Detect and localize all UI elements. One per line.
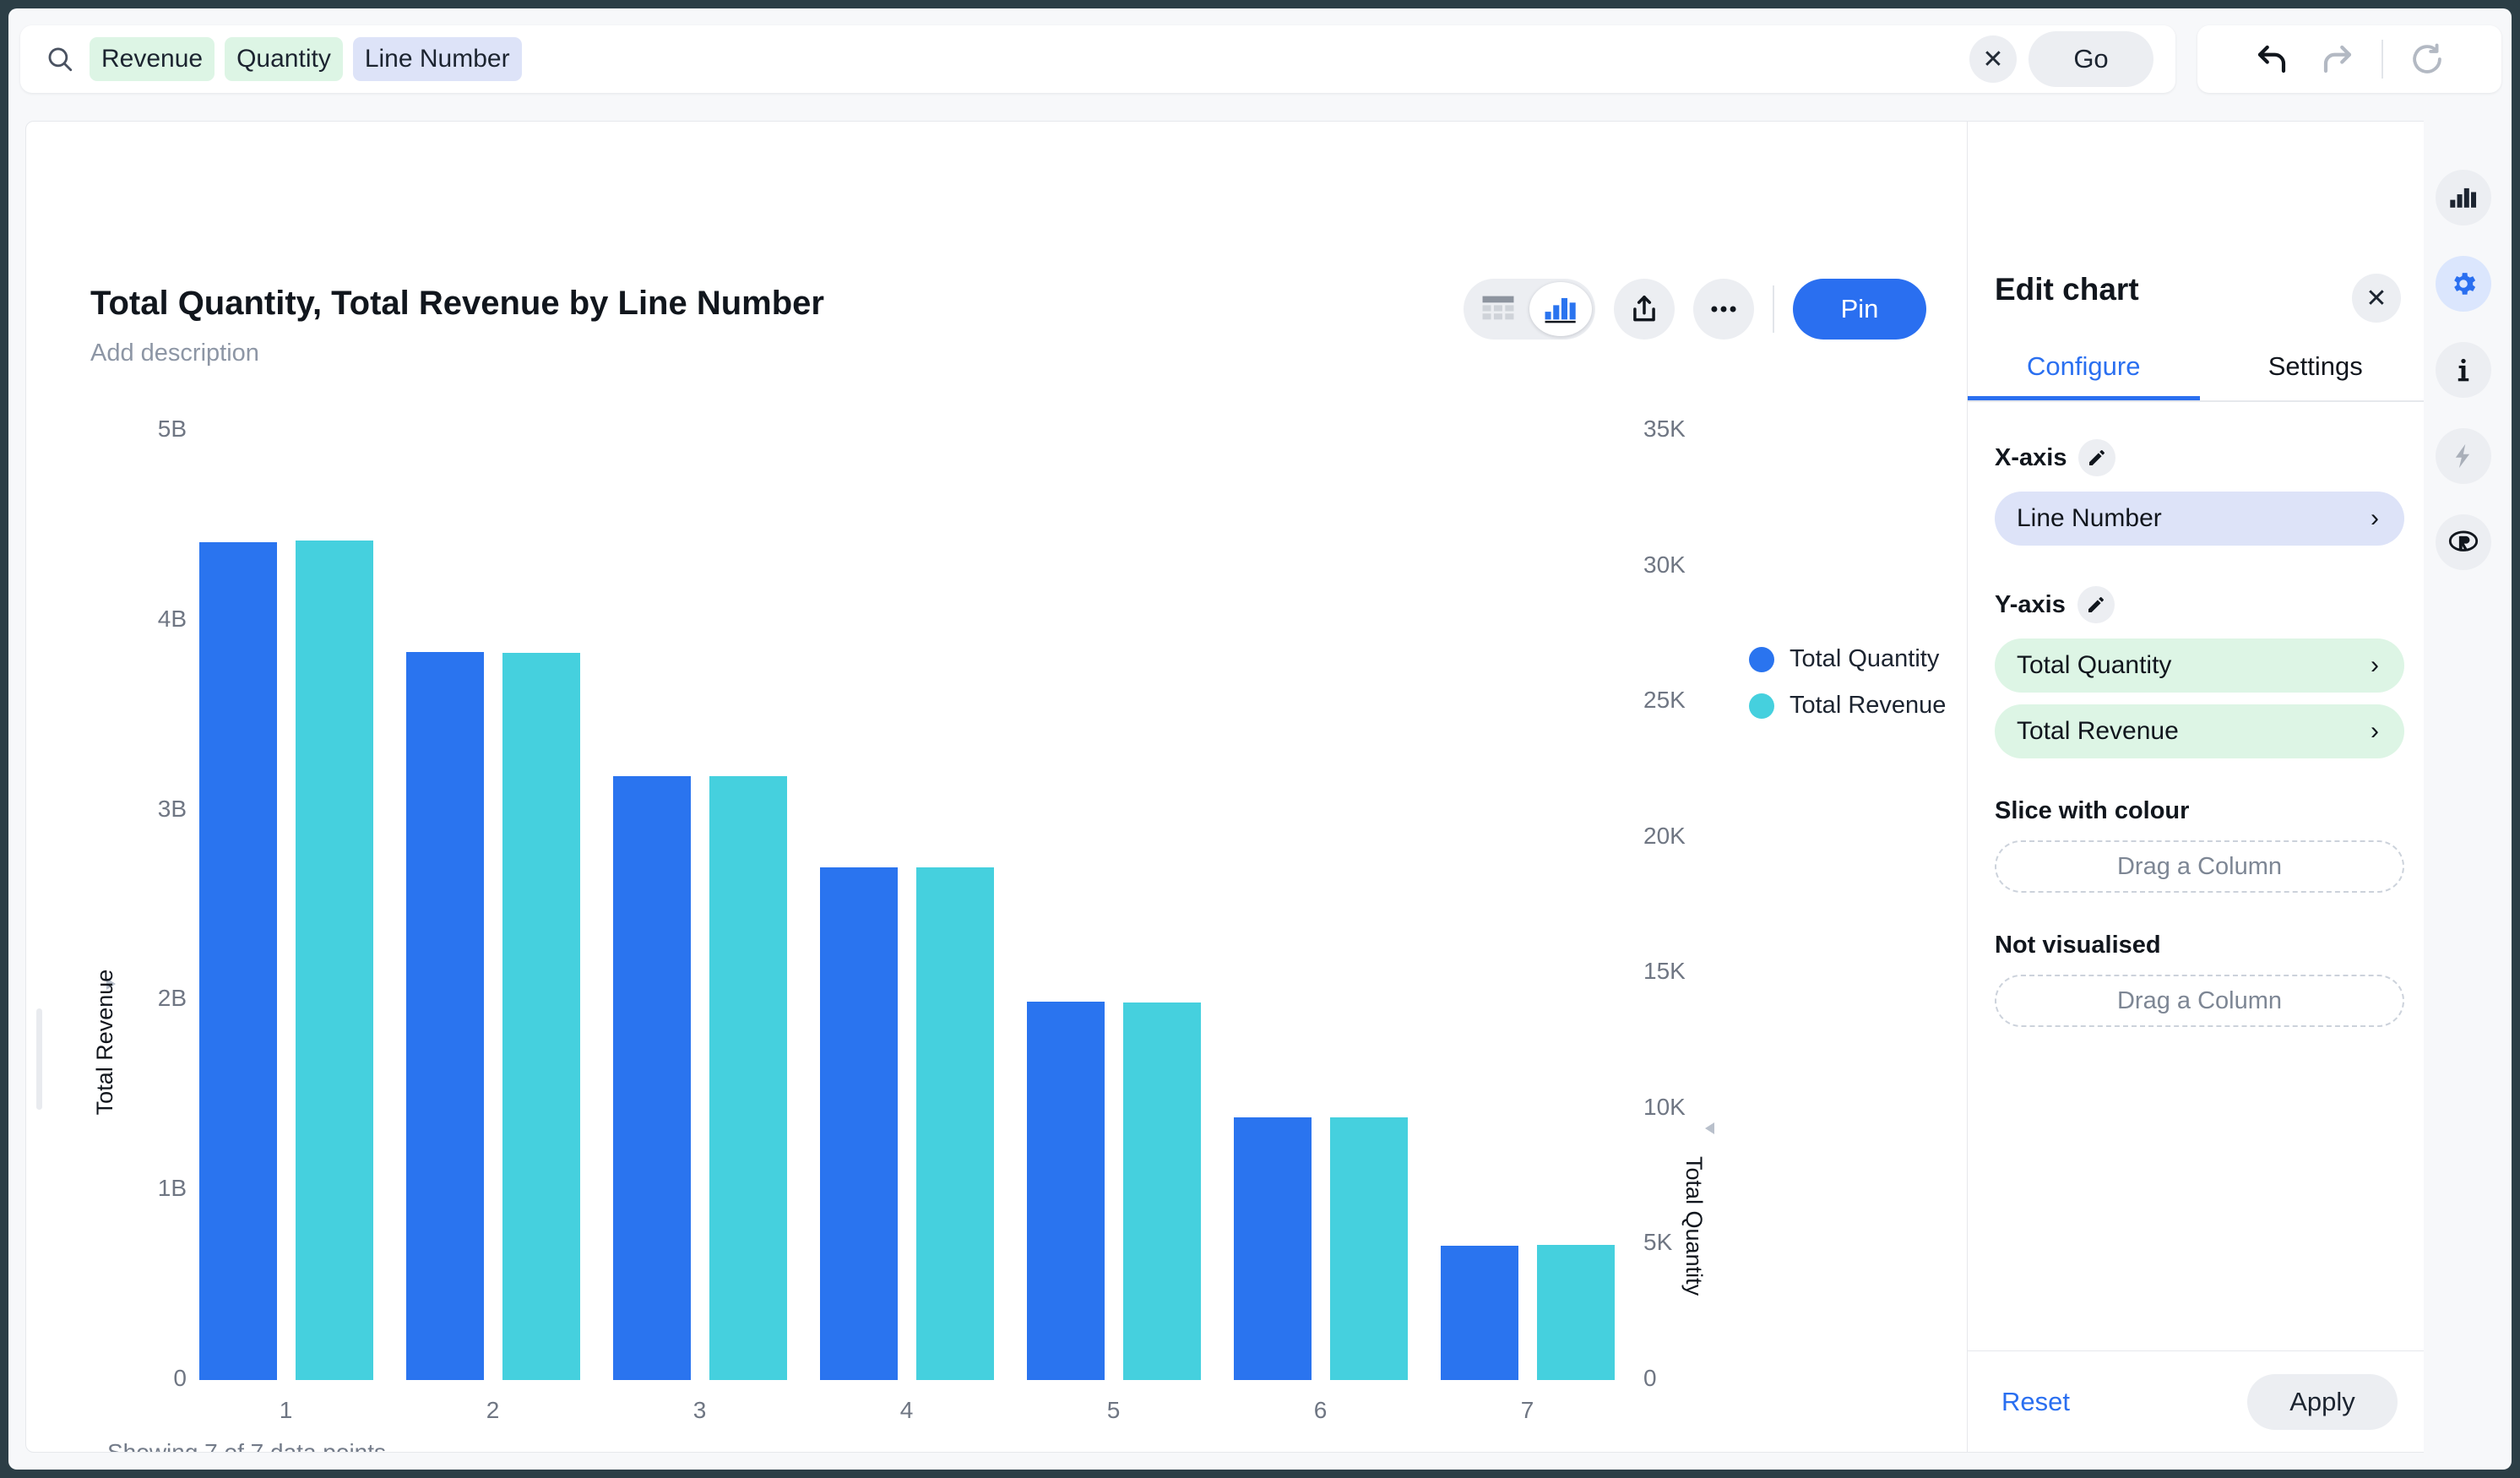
bar-total-quantity[interactable] [1234,1117,1312,1381]
chevron-right-icon: › [2371,717,2379,746]
pencil-icon[interactable] [2078,439,2115,476]
legend-color-swatch [1749,693,1774,719]
slice-with-colour-label: Slice with colour [1995,797,2404,825]
table-view-icon[interactable] [1467,282,1529,336]
bar-total-quantity[interactable] [406,652,484,1380]
x-axis-tick: 4 [856,1397,958,1424]
chart-pane: Total Quantity, Total Revenue by Line Nu… [26,122,1968,1452]
info-icon[interactable] [2436,342,2491,398]
chart-legend: Total Quantity Total Revenue [1749,645,1946,738]
search-bar[interactable]: Revenue Quantity Line Number ✕ Go [20,25,2175,93]
x-axis-tick: 3 [649,1397,751,1424]
chevron-right-icon: › [2371,651,2379,680]
not-visualised-label: Not visualised [1995,932,2404,959]
page-title: Total Quantity, Total Revenue by Line Nu… [90,285,824,323]
x-axis-tick: 7 [1477,1397,1578,1424]
search-token-revenue[interactable]: Revenue [90,37,215,81]
x-axis-header: X-axis [1995,439,2404,476]
toolbar-divider [2382,40,2383,79]
bar-total-revenue[interactable] [916,867,994,1380]
tab-settings[interactable]: Settings [2200,340,2432,400]
x-axis-label-title: X-axis [1995,444,2067,472]
bar-total-revenue[interactable] [709,776,787,1380]
share-icon[interactable] [1614,279,1675,340]
chart-description-placeholder[interactable]: Add description [90,340,259,367]
refresh-button[interactable] [2398,35,2456,84]
y-axis-field-total-revenue[interactable]: Total Revenue › [1995,704,2404,758]
go-button[interactable]: Go [2028,31,2153,87]
legend-color-swatch [1749,647,1774,672]
bar-total-revenue[interactable] [1123,1003,1201,1380]
history-toolbar [2197,25,2501,93]
legend-label: Total Quantity [1790,645,1939,673]
bar-total-revenue[interactable] [1537,1245,1615,1380]
legend-item-total-revenue[interactable]: Total Revenue [1749,692,1946,720]
search-token-list: Revenue Quantity Line Number [90,37,1969,81]
bar-series-layer [26,375,1968,1380]
bar-total-quantity[interactable] [199,542,277,1380]
undo-button[interactable] [2243,35,2300,84]
panel-body: X-axis Line Number › Y-axis [1968,409,2431,1027]
apply-button[interactable]: Apply [2247,1374,2398,1430]
edit-chart-panel: Edit chart ✕ Configure Settings X-axis L… [1968,122,2431,1452]
panel-title: Edit chart [1995,272,2139,307]
chart-card: Total Quantity, Total Revenue by Line Nu… [25,121,2432,1453]
slice-with-colour-dropzone[interactable]: Drag a Column [1995,840,2404,893]
bar-total-revenue[interactable] [1330,1117,1408,1380]
view-mode-toggle [1464,279,1595,340]
right-icon-rail [2424,121,2503,1453]
clear-search-button[interactable]: ✕ [1969,35,2017,83]
x-axis-tick: 1 [236,1397,337,1424]
redo-button[interactable] [2309,35,2366,84]
field-name: Total Revenue [2017,717,2179,746]
bar-total-revenue[interactable] [502,653,580,1380]
chart-icon[interactable] [2436,170,2491,226]
pin-button[interactable]: Pin [1793,279,1926,340]
header-divider [1773,285,1774,333]
x-axis-tick: 6 [1270,1397,1371,1424]
legend-item-total-quantity[interactable]: Total Quantity [1749,645,1946,673]
not-visualised-dropzone[interactable]: Drag a Column [1995,975,2404,1027]
search-token-line-number[interactable]: Line Number [353,37,522,81]
x-axis-tick: 5 [1063,1397,1165,1424]
pencil-icon[interactable] [2077,586,2115,623]
chevron-right-icon: › [2371,504,2379,533]
app-window: Revenue Quantity Line Number ✕ Go [8,8,2512,1470]
bar-total-quantity[interactable] [1441,1246,1518,1380]
y-axis-field-total-quantity[interactable]: Total Quantity › [1995,638,2404,693]
bar-chart-view-icon[interactable] [1529,282,1592,336]
top-toolbar: Revenue Quantity Line Number ✕ Go [8,20,2512,98]
chart-header-tools: Pin [1464,279,1926,340]
bar-total-quantity[interactable] [820,867,898,1380]
more-options-icon[interactable] [1693,279,1754,340]
y-axis-label-title: Y-axis [1995,591,2066,619]
r-logo-icon[interactable] [2436,514,2491,570]
close-icon[interactable]: ✕ [2352,274,2401,323]
search-token-quantity[interactable]: Quantity [225,37,343,81]
x-axis-tick: 2 [443,1397,544,1424]
panel-footer: Reset Apply [1968,1350,2431,1452]
legend-label: Total Revenue [1790,692,1946,720]
tab-configure[interactable]: Configure [1968,340,2200,400]
bar-total-quantity[interactable] [613,776,691,1380]
y-axis-header: Y-axis [1995,586,2404,623]
reset-button[interactable]: Reset [2001,1387,2070,1417]
lightning-icon[interactable] [2436,428,2491,484]
bar-total-quantity[interactable] [1027,1002,1105,1380]
panel-tabs: Configure Settings [1968,340,2431,402]
x-axis-field-line-number[interactable]: Line Number › [1995,492,2404,546]
chart-plot: Total Revenue Total Quantity 01B2B3B4B5B… [26,375,1968,1453]
bar-total-revenue[interactable] [296,541,373,1380]
data-points-status: Showing 7 of 7 data points [107,1439,386,1453]
search-icon [46,45,74,73]
field-name: Total Quantity [2017,651,2171,680]
field-name: Line Number [2017,504,2162,533]
gear-icon[interactable] [2436,256,2491,312]
